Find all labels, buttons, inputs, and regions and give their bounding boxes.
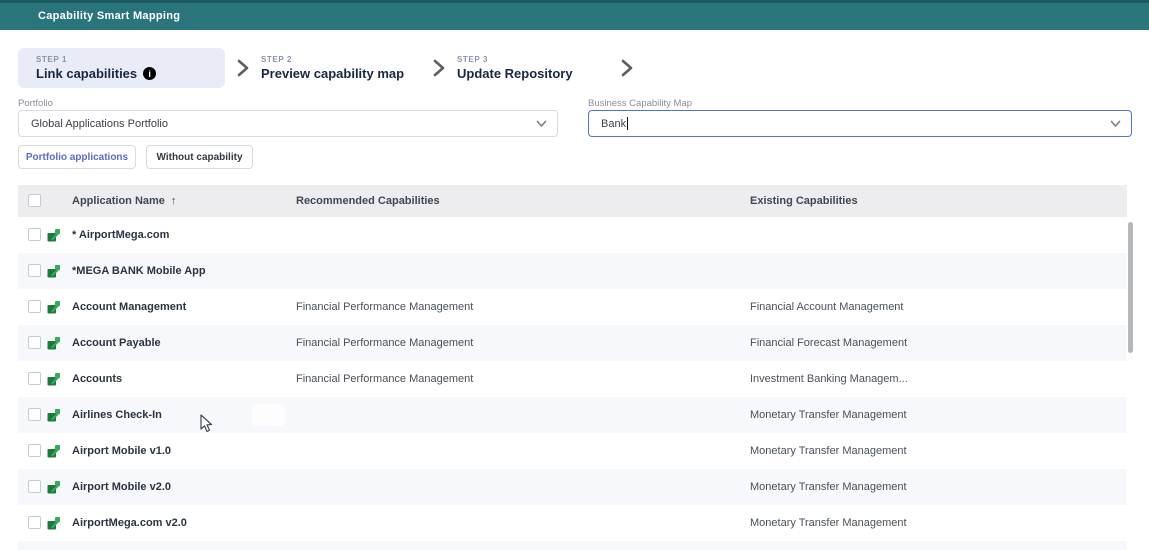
application-icon <box>47 264 61 278</box>
application-name[interactable]: Account Management <box>72 289 186 325</box>
info-icon[interactable]: i <box>143 67 156 80</box>
table-row[interactable]: Airport Mobile v1.0 Monetary Transfer Ma… <box>18 433 1127 469</box>
row-checkbox[interactable] <box>28 228 41 241</box>
table-row[interactable]: Airport Mobile v2.0 Monetary Transfer Ma… <box>18 469 1127 505</box>
column-header-application-name[interactable]: Application Name↑ <box>72 185 176 217</box>
step-title: Update Repository i <box>457 66 609 81</box>
existing-capability: Monetary Transfer Management <box>750 433 907 469</box>
application-name[interactable]: Accounts <box>72 361 122 397</box>
application-icon <box>47 480 61 494</box>
chevron-right-icon <box>433 59 445 77</box>
application-name[interactable]: Airport Mobile v2.0 <box>72 469 171 505</box>
column-header-existing-capabilities[interactable]: Existing Capabilities <box>750 185 858 217</box>
application-name[interactable]: Account Payable <box>72 325 161 361</box>
capability-map-input-value: Bank <box>601 118 626 130</box>
step-number-label: STEP 3 <box>457 55 609 64</box>
step-number-label: STEP 1 <box>36 55 207 64</box>
existing-capability: Financial Forecast Management <box>750 325 907 361</box>
existing-capability: Monetary Transfer Management <box>750 397 907 433</box>
recommended-capability: Financial Performance Management <box>296 361 473 397</box>
existing-capability: Monetary Transfer Management <box>750 505 907 541</box>
chevron-right-icon <box>237 59 249 77</box>
row-checkbox[interactable] <box>28 444 41 457</box>
hover-highlight <box>252 404 285 426</box>
applications-table: Application Name↑ Recommended Capabiliti… <box>18 185 1127 541</box>
application-icon <box>47 300 61 314</box>
row-checkbox[interactable] <box>28 264 41 277</box>
select-all-checkbox[interactable] <box>28 194 41 207</box>
row-checkbox[interactable] <box>28 480 41 493</box>
application-name[interactable]: * AirportMega.com <box>72 217 169 253</box>
existing-capability: Investment Banking Managem... <box>750 361 908 397</box>
without-capability-button[interactable]: Without capability <box>146 145 253 169</box>
application-icon <box>47 372 61 386</box>
application-name[interactable]: Airport Mobile v1.0 <box>72 433 171 469</box>
capability-map-input[interactable]: Bank <box>588 110 1132 137</box>
table-row[interactable]: Account Management Financial Performance… <box>18 289 1127 325</box>
row-checkbox[interactable] <box>28 408 41 421</box>
capability-map-label: Business Capability Map <box>588 98 692 109</box>
wizard-step[interactable]: STEP 2 Preview capability map i <box>261 48 421 88</box>
table-row[interactable]: Airlines Check-In Monetary Transfer Mana… <box>18 397 1127 433</box>
application-icon <box>47 444 61 458</box>
table-header-row: Application Name↑ Recommended Capabiliti… <box>18 185 1127 217</box>
recommended-capability: Financial Performance Management <box>296 325 473 361</box>
row-checkbox[interactable] <box>28 516 41 529</box>
portfolio-label: Portfolio <box>18 98 53 109</box>
wizard-steps: STEP 1 Link capabilities i STEP 2 Previe… <box>18 48 645 88</box>
application-icon <box>47 336 61 350</box>
text-caret <box>627 117 628 130</box>
existing-capability: Financial Account Management <box>750 289 903 325</box>
column-header-recommended-capabilities[interactable]: Recommended Capabilities <box>296 185 440 217</box>
table-row[interactable]: * AirportMega.com <box>18 217 1127 253</box>
page-title: Capability Smart Mapping <box>38 3 180 30</box>
chevron-right-icon <box>621 59 633 77</box>
table-row[interactable]: *MEGA BANK Mobile App <box>18 253 1127 289</box>
application-icon <box>47 408 61 422</box>
portfolio-select[interactable]: Global Applications Portfolio <box>18 110 558 137</box>
table-body: * AirportMega.com *MEGA BANK Mobile App … <box>18 217 1127 541</box>
existing-capability: Monetary Transfer Management <box>750 469 907 505</box>
chevron-down-icon <box>1110 119 1121 131</box>
application-name[interactable]: *MEGA BANK Mobile App <box>72 253 206 289</box>
application-name[interactable]: Airlines Check-In <box>72 397 162 433</box>
sort-ascending-icon[interactable]: ↑ <box>171 195 177 207</box>
application-icon <box>47 228 61 242</box>
step-title: Link capabilities i <box>36 66 207 81</box>
row-checkbox[interactable] <box>28 336 41 349</box>
row-checkbox[interactable] <box>28 300 41 313</box>
chevron-down-icon <box>536 119 547 131</box>
wizard-step[interactable]: STEP 1 Link capabilities i <box>18 48 225 88</box>
mouse-cursor-icon <box>200 414 214 439</box>
vertical-scrollbar[interactable] <box>1128 222 1133 353</box>
step-title: Preview capability map i <box>261 66 421 81</box>
table-row[interactable]: Account Payable Financial Performance Ma… <box>18 325 1127 361</box>
table-row[interactable]: AirportMega.com v2.0 Monetary Transfer M… <box>18 505 1127 541</box>
next-row-partial <box>18 541 1127 550</box>
row-checkbox[interactable] <box>28 372 41 385</box>
table-row[interactable]: Accounts Financial Performance Managemen… <box>18 361 1127 397</box>
portfolio-applications-button[interactable]: Portfolio applications <box>18 145 136 169</box>
app-title-bar: Capability Smart Mapping <box>0 0 1149 30</box>
step-number-label: STEP 2 <box>261 55 421 64</box>
portfolio-select-value: Global Applications Portfolio <box>31 118 168 130</box>
recommended-capability: Financial Performance Management <box>296 289 473 325</box>
wizard-step[interactable]: STEP 3 Update Repository i <box>457 48 609 88</box>
application-icon <box>47 516 61 530</box>
application-name[interactable]: AirportMega.com v2.0 <box>72 505 187 541</box>
